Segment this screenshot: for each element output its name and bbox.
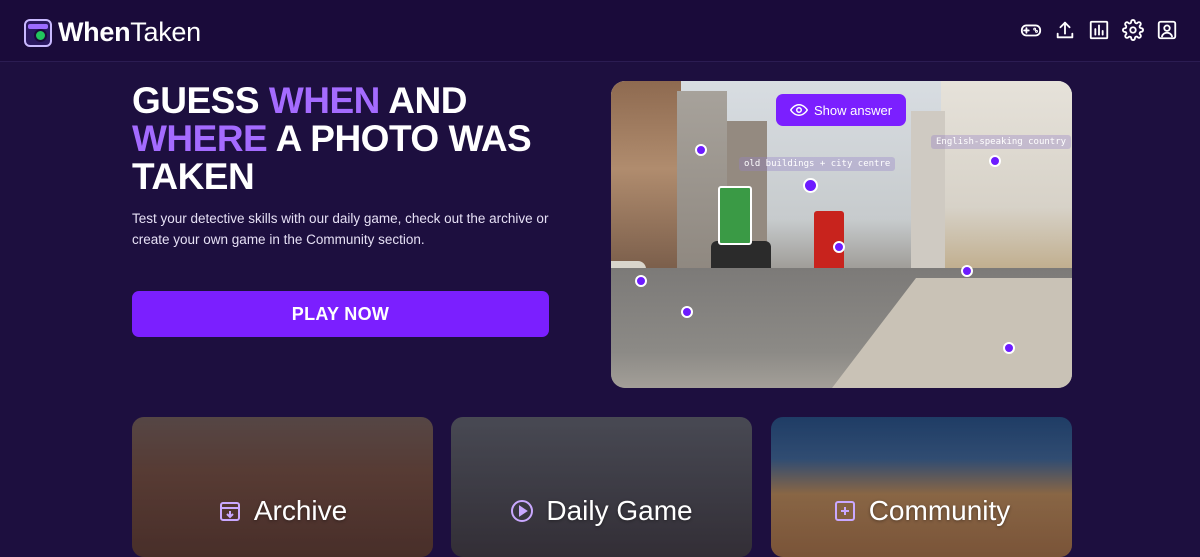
upload-icon[interactable] xyxy=(1054,19,1076,41)
stats-icon[interactable] xyxy=(1088,19,1110,41)
calendar-download-icon xyxy=(218,499,242,523)
photo-building-right xyxy=(941,81,1072,291)
hero-title: GUESS WHEN AND WHERE A PHOTO WAS TAKEN xyxy=(132,80,532,197)
show-answer-button[interactable]: Show answer xyxy=(776,94,907,126)
plus-square-icon xyxy=(833,499,857,523)
hint-marker[interactable] xyxy=(695,144,707,156)
sample-photo: Show answer old buildings + city centre … xyxy=(611,81,1072,388)
hint-label: English-speaking country xyxy=(931,135,1072,149)
hint-marker[interactable] xyxy=(1003,342,1015,354)
app-logo[interactable]: WhenTaken xyxy=(24,17,201,48)
card-label: Archive xyxy=(253,495,348,526)
top-nav: WhenTaken xyxy=(0,0,1200,62)
hint-marker[interactable] xyxy=(803,178,818,193)
play-circle-icon xyxy=(510,499,534,523)
play-now-button[interactable]: PLAY NOW xyxy=(132,291,549,337)
hint-marker[interactable] xyxy=(635,275,647,287)
community-card[interactable]: Community xyxy=(771,417,1072,557)
gear-icon[interactable] xyxy=(1122,19,1144,41)
gamepad-icon[interactable] xyxy=(1020,19,1042,41)
card-label: Daily Game xyxy=(546,495,693,526)
eye-icon xyxy=(790,103,808,117)
hint-marker[interactable] xyxy=(833,241,845,253)
logo-icon xyxy=(24,18,52,47)
photo-signpost xyxy=(718,186,752,245)
hint-marker[interactable] xyxy=(681,306,693,318)
hint-label: old buildings + city centre xyxy=(739,157,896,171)
daily-game-card[interactable]: Daily Game xyxy=(451,417,752,557)
archive-card[interactable]: Archive xyxy=(132,417,433,557)
header-actions xyxy=(1020,19,1178,41)
hint-marker[interactable] xyxy=(961,265,973,277)
hero-description: Test your detective skills with our dail… xyxy=(132,211,549,247)
hint-marker[interactable] xyxy=(989,155,1001,167)
app-name: WhenTaken xyxy=(58,17,201,47)
profile-icon[interactable] xyxy=(1156,19,1178,41)
card-label: Community xyxy=(868,495,1011,526)
